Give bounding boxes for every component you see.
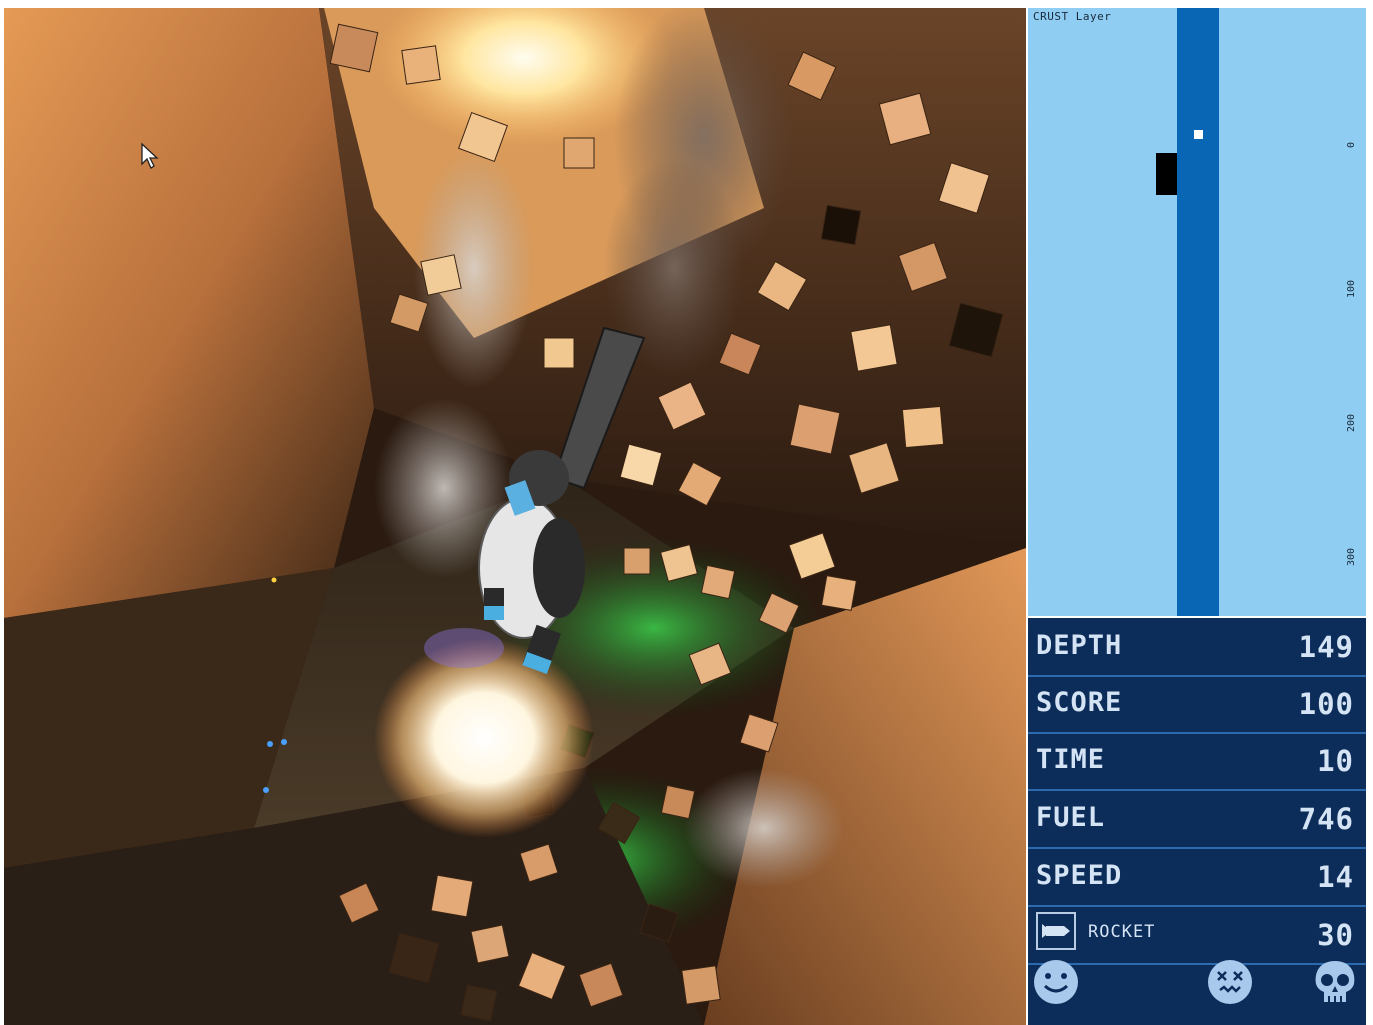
smiley-face-icon[interactable] [1032, 958, 1080, 1006]
stat-label: TIME [1036, 744, 1106, 775]
mouse-cursor-icon [141, 142, 159, 169]
weapon-ammo: 30 [1317, 918, 1354, 952]
rocket-icon [1036, 912, 1076, 950]
stat-value: 100 [1298, 687, 1354, 721]
stat-label: FUEL [1036, 802, 1106, 833]
stat-value: 149 [1298, 630, 1354, 664]
stat-depth: DEPTH 149 [1028, 618, 1366, 677]
stat-value: 14 [1317, 860, 1354, 894]
stat-label: DEPTH [1036, 630, 1123, 661]
weapon-label: ROCKET [1088, 922, 1156, 942]
depth-minimap: CRUST Layer 0 100 200 300 [1028, 8, 1366, 616]
stat-value: 746 [1298, 802, 1354, 836]
stat-value: 10 [1317, 744, 1354, 778]
minimap-player-marker [1194, 130, 1203, 139]
stat-score: SCORE 100 [1028, 675, 1366, 734]
stat-time: TIME 10 [1028, 732, 1366, 791]
stat-speed: SPEED 14 [1028, 848, 1366, 907]
weapon-selector[interactable]: ROCKET 30 [1028, 906, 1366, 965]
stat-label: SPEED [1036, 860, 1123, 891]
minimap-depth-marker [1156, 153, 1177, 195]
stat-label: SCORE [1036, 687, 1123, 718]
stat-fuel: FUEL 746 [1028, 790, 1366, 849]
depth-tick: 200 [1346, 413, 1357, 432]
depth-tick: 300 [1346, 547, 1357, 566]
dizzy-face-icon[interactable] [1206, 958, 1254, 1006]
depth-tick: 100 [1346, 279, 1357, 298]
depth-tick: 0 [1346, 141, 1357, 148]
layer-label: CRUST Layer [1033, 10, 1112, 23]
game-viewport[interactable] [4, 8, 1026, 1025]
skull-icon[interactable] [1310, 958, 1358, 1006]
minimap-shaft [1177, 8, 1219, 616]
